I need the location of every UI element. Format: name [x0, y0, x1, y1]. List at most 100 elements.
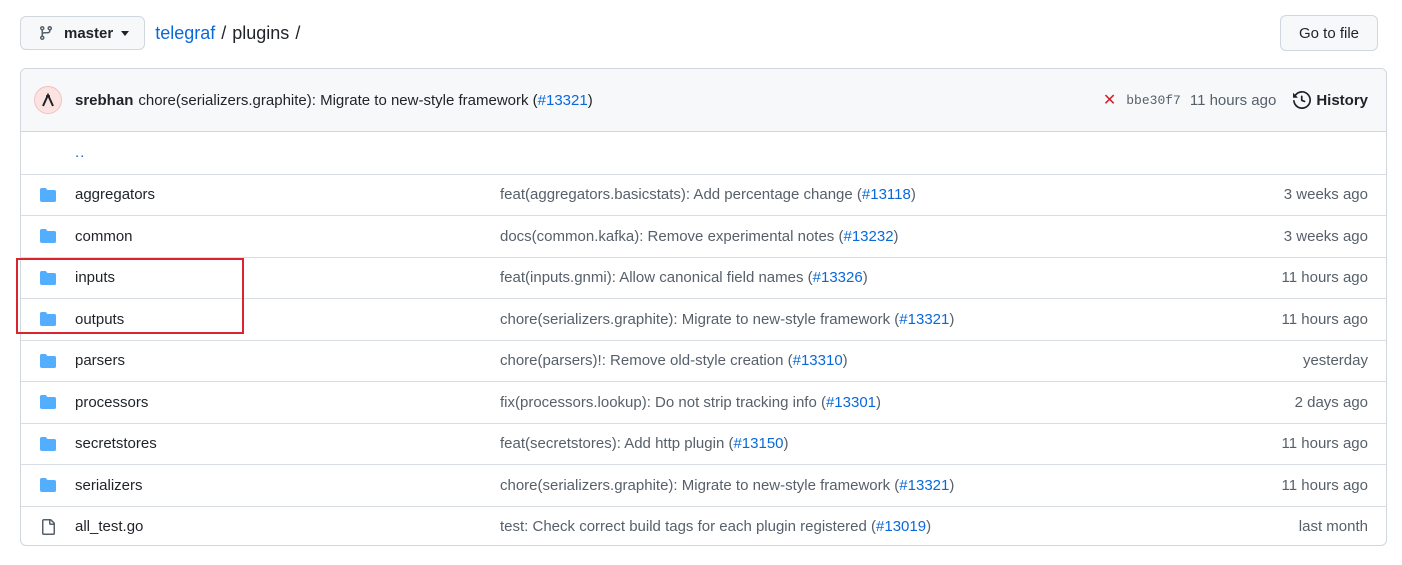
- branch-selector-button[interactable]: master: [20, 16, 146, 50]
- file-name-link[interactable]: secretstores: [75, 435, 157, 452]
- commit-message-text: chore(serializers.graphite): Migrate to …: [500, 310, 900, 328]
- commit-message-text: chore(serializers.graphite): Migrate to …: [500, 476, 900, 494]
- parent-dir-link[interactable]: ..: [75, 144, 85, 161]
- parent-dir-row[interactable]: ..: [21, 132, 1386, 174]
- file-name-link[interactable]: processors: [75, 394, 148, 411]
- commit-message-text: test: Check correct build tags for each …: [500, 518, 877, 536]
- file-name-link[interactable]: inputs: [75, 269, 115, 286]
- file-name-link[interactable]: outputs: [75, 311, 124, 328]
- breadcrumb-repo-link[interactable]: telegraf: [155, 23, 215, 44]
- folder-icon: [39, 187, 57, 203]
- commit-message-end: ): [949, 310, 955, 328]
- last-commit-time: last month: [1298, 518, 1368, 536]
- file-name-link[interactable]: serializers: [75, 477, 143, 494]
- last-commit-message[interactable]: feat(inputs.gnmi): Allow canonical field…: [500, 269, 868, 286]
- commit-message-text: chore(parsers)!: Remove old-style creati…: [500, 352, 793, 370]
- last-commit-message[interactable]: docs(common.kafka): Remove experimental …: [500, 228, 899, 245]
- breadcrumb: telegraf / plugins /: [155, 23, 306, 44]
- directory-row[interactable]: processors fix(processors.lookup): Do not…: [21, 381, 1386, 423]
- file-browser: srebhan chore(serializers.graphite): Mig…: [20, 68, 1387, 546]
- directory-row[interactable]: outputs chore(serializers.graphite): Migr…: [21, 298, 1386, 340]
- folder-icon: [39, 477, 57, 493]
- commit-time: 11 hours ago: [1189, 91, 1277, 109]
- last-commit-time: 3 weeks ago: [1283, 186, 1368, 204]
- latest-commit-bar: srebhan chore(serializers.graphite): Mig…: [21, 69, 1386, 132]
- commit-message[interactable]: chore(serializers.graphite): Migrate to …: [138, 92, 592, 109]
- folder-icon: [39, 228, 57, 244]
- commit-message-end: ): [926, 518, 932, 536]
- folder-icon: [39, 436, 57, 452]
- last-commit-message[interactable]: chore(serializers.graphite): Migrate to …: [500, 477, 954, 494]
- commit-sha-link[interactable]: bbe30f7: [1126, 93, 1181, 108]
- x-fail-icon[interactable]: ✕: [1103, 90, 1116, 110]
- commit-message-text: feat(inputs.gnmi): Allow canonical field…: [500, 269, 813, 287]
- file-name-link[interactable]: common: [75, 228, 133, 245]
- file-icon: [39, 518, 57, 535]
- commit-author-link[interactable]: srebhan: [75, 92, 133, 109]
- last-commit-time: 11 hours ago: [1281, 310, 1368, 328]
- commit-message-end: ): [842, 352, 848, 370]
- commit-pr-link[interactable]: #13150: [733, 435, 783, 452]
- folder-icon: [39, 311, 57, 327]
- commit-pr-link[interactable]: #13232: [843, 228, 893, 245]
- commit-message-text: fix(processors.lookup): Do not strip tra…: [500, 393, 826, 411]
- commit-pr-link[interactable]: #13326: [813, 269, 863, 286]
- commit-message-end: ): [587, 91, 593, 109]
- commit-meta: ✕ bbe30f7 11 hours ago History: [1103, 69, 1368, 131]
- chevron-down-icon: [121, 30, 130, 36]
- history-label: History: [1316, 91, 1368, 109]
- last-commit-message[interactable]: feat(aggregators.basicstats): Add percen…: [500, 186, 916, 203]
- directory-row[interactable]: serializers chore(serializers.graphite): …: [21, 464, 1386, 506]
- last-commit-message[interactable]: chore(serializers.graphite): Migrate to …: [500, 311, 954, 328]
- breadcrumb-separator: /: [221, 22, 227, 43]
- commit-pr-link[interactable]: #13321: [899, 311, 949, 328]
- folder-icon: [39, 353, 57, 369]
- history-button[interactable]: History: [1293, 91, 1368, 109]
- commit-message-end: ): [862, 269, 868, 287]
- folder-icon: [39, 270, 57, 286]
- repo-nav-bar: master telegraf / plugins / Go to file: [20, 15, 1378, 51]
- file-name-link[interactable]: aggregators: [75, 186, 155, 203]
- last-commit-time: yesterday: [1302, 352, 1368, 370]
- commit-message-text: feat(aggregators.basicstats): Add percen…: [500, 186, 862, 204]
- directory-row[interactable]: aggregators feat(aggregators.basicstats):…: [21, 173, 1386, 216]
- commit-message-text: docs(common.kafka): Remove experimental …: [500, 227, 844, 245]
- commit-pr-link[interactable]: #13301: [826, 394, 876, 411]
- go-to-file-button[interactable]: Go to file: [1279, 15, 1378, 51]
- file-name-link[interactable]: all_test.go: [75, 518, 143, 535]
- last-commit-message[interactable]: chore(parsers)!: Remove old-style creati…: [500, 352, 848, 369]
- file-name-link[interactable]: parsers: [75, 352, 125, 369]
- last-commit-time: 11 hours ago: [1281, 269, 1368, 287]
- branch-name: master: [64, 24, 114, 42]
- commit-message-end: ): [876, 393, 882, 411]
- folder-icon: [39, 394, 57, 410]
- history-icon: [1293, 91, 1312, 109]
- last-commit-time: 3 weeks ago: [1283, 227, 1368, 245]
- commit-pr-link[interactable]: #13118: [862, 186, 911, 203]
- git-branch-icon: [38, 25, 54, 41]
- breadcrumb-separator: /: [295, 22, 301, 43]
- file-row[interactable]: all_test.go test: Check correct build tag…: [21, 505, 1386, 546]
- last-commit-message[interactable]: feat(secretstores): Add http plugin (#13…: [500, 435, 789, 452]
- commit-message-end: ): [783, 435, 789, 453]
- breadcrumb-current-dir: plugins: [232, 22, 290, 43]
- last-commit-message[interactable]: test: Check correct build tags for each …: [500, 518, 931, 535]
- directory-row[interactable]: parsers chore(parsers)!: Remove old-style…: [21, 339, 1386, 382]
- commit-message-text: chore(serializers.graphite): Migrate to …: [138, 91, 538, 109]
- directory-row[interactable]: common docs(common.kafka): Remove experim…: [21, 215, 1386, 257]
- commit-message-end: ): [893, 227, 899, 245]
- commit-pr-link[interactable]: #13310: [793, 352, 843, 369]
- author-avatar[interactable]: [34, 86, 62, 114]
- last-commit-time: 11 hours ago: [1281, 476, 1368, 494]
- commit-message-end: ): [910, 186, 916, 204]
- directory-row[interactable]: inputs feat(inputs.gnmi): Allow canonical…: [21, 256, 1386, 299]
- commit-pr-link[interactable]: #13321: [538, 92, 588, 109]
- directory-row[interactable]: secretstores feat(secretstores): Add http…: [21, 422, 1386, 465]
- last-commit-time: 2 days ago: [1294, 393, 1368, 411]
- last-commit-message[interactable]: fix(processors.lookup): Do not strip tra…: [500, 394, 881, 411]
- last-commit-time: 11 hours ago: [1281, 435, 1368, 453]
- commit-message-text: feat(secretstores): Add http plugin (: [500, 435, 734, 453]
- commit-pr-link[interactable]: #13019: [876, 518, 926, 535]
- commit-pr-link[interactable]: #13321: [899, 477, 949, 494]
- commit-message-end: ): [949, 476, 955, 494]
